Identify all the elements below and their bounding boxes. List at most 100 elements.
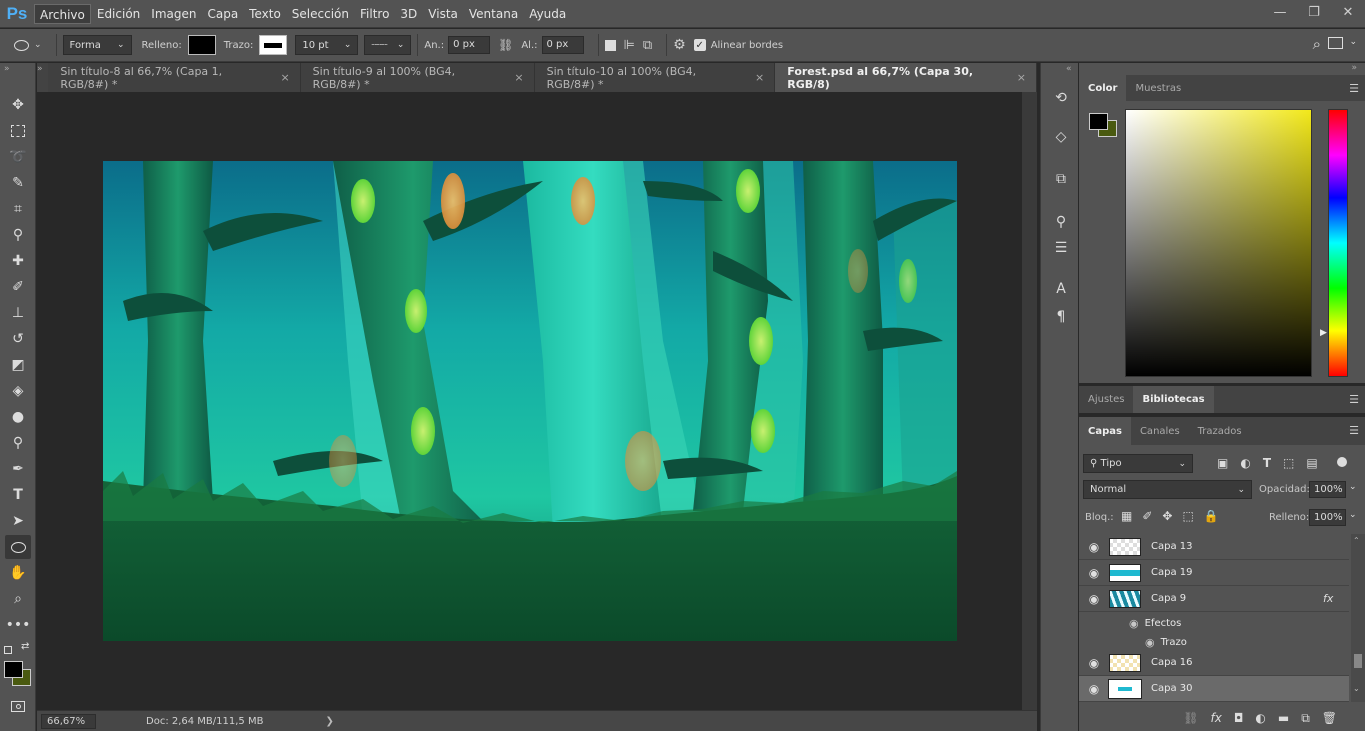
effects-row[interactable]: ◉ Efectos [1113, 613, 1349, 633]
close-icon[interactable]: × [280, 71, 289, 84]
menu-edicion[interactable]: Edición [92, 4, 145, 24]
layer-row[interactable]: ◉ Capa 30 [1079, 676, 1349, 702]
mode-dropdown[interactable]: Forma ⌄ [62, 35, 132, 55]
paragraph-icon[interactable]: ¶ [1050, 306, 1072, 328]
tab-color[interactable]: Color [1079, 75, 1127, 101]
add-style-icon[interactable]: fx [1211, 711, 1222, 725]
add-mask-icon[interactable]: ◘ [1234, 711, 1244, 725]
tab-ajustes[interactable]: Ajustes [1079, 386, 1133, 413]
hue-slider[interactable] [1328, 109, 1348, 377]
scroll-up-icon[interactable]: ⌃ [1353, 536, 1360, 545]
layer-row[interactable]: ◉ Capa 16 [1079, 650, 1349, 676]
layer-row[interactable]: ◉ Capa 9 fx [1079, 586, 1349, 612]
menu-capa[interactable]: Capa [202, 4, 243, 24]
hue-slider-handle[interactable]: ▶ [1320, 328, 1327, 338]
tool-preset-picker[interactable]: ⌄ [14, 39, 42, 51]
brush-presets-icon[interactable]: ⚲ [1050, 211, 1072, 233]
brush-settings-icon[interactable]: ☰ [1050, 237, 1072, 259]
new-group-icon[interactable]: ▬ [1278, 711, 1289, 725]
close-icon[interactable]: × [514, 71, 523, 84]
eraser-icon[interactable]: ◩ [5, 353, 31, 377]
canvas-scrollbar[interactable] [1022, 92, 1037, 710]
type-filter-icon[interactable]: T [1263, 456, 1271, 470]
fill-swatch[interactable] [187, 35, 216, 55]
eye-icon[interactable]: ◉ [1079, 566, 1109, 580]
path-operations-icon[interactable] [604, 39, 616, 51]
swap-colors-icon[interactable]: ⇄ [21, 641, 29, 652]
path-arrangement-icon[interactable]: ⧉ [643, 38, 652, 53]
default-colors-icon[interactable] [4, 646, 12, 654]
stamp-icon[interactable]: ⊥ [5, 301, 31, 325]
scroll-thumb[interactable] [1354, 654, 1362, 668]
pen-icon[interactable]: ✒ [5, 457, 31, 481]
workspace-icon[interactable] [1328, 37, 1343, 49]
menu-texto[interactable]: Texto [244, 4, 286, 24]
path-select-icon[interactable]: ➤ [5, 509, 31, 533]
history-brush-icon[interactable]: ↺ [5, 327, 31, 351]
foreground-color-swatch[interactable] [1089, 113, 1108, 130]
restore-button[interactable]: ❐ [1297, 0, 1331, 24]
image-filter-icon[interactable]: ▣ [1217, 456, 1228, 470]
status-menu-arrow[interactable]: ❯ [325, 716, 333, 727]
character-icon[interactable]: A [1050, 278, 1072, 300]
lock-pixels-icon[interactable]: ✐ [1142, 509, 1152, 523]
eye-icon[interactable]: ◉ [1079, 656, 1109, 670]
layer-kind-filter[interactable]: ⚲ Tipo ⌄ [1083, 454, 1193, 473]
layers-scrollbar[interactable]: ⌃ ⌄ [1351, 534, 1365, 702]
quick-mask-icon[interactable] [5, 694, 31, 718]
opacity-field[interactable]: 100% [1309, 481, 1346, 498]
close-icon[interactable]: × [1017, 71, 1026, 84]
height-field[interactable]: 0 px [541, 36, 584, 54]
history-icon[interactable]: ⟲ [1050, 87, 1072, 109]
tab-forest[interactable]: Forest.psd al 66,7% (Capa 30, RGB/8) × [775, 63, 1037, 92]
marquee-icon[interactable] [5, 119, 31, 143]
collapse-icon[interactable]: » [4, 64, 10, 74]
shape-filter-icon[interactable]: ⬚ [1283, 456, 1294, 470]
fill-field[interactable]: 100% [1309, 509, 1346, 526]
brush-icon[interactable]: ✐ [5, 275, 31, 299]
chevron-down-icon[interactable]: ⌄ [1349, 37, 1357, 47]
eye-icon[interactable]: ◉ [1145, 636, 1155, 649]
smart-object-filter-icon[interactable]: ▤ [1306, 456, 1317, 470]
search-icon[interactable]: ⌕ [1313, 35, 1321, 53]
tab-sin-titulo-9[interactable]: Sin título-9 al 100% (BG4, RGB/8#) * × [300, 63, 535, 92]
close-icon[interactable]: × [755, 71, 764, 84]
eye-icon[interactable]: ◉ [1129, 617, 1139, 630]
eyedropper-icon[interactable]: ⚲ [5, 223, 31, 247]
panel-menu-icon[interactable]: ☰ [1349, 82, 1359, 95]
type-icon[interactable]: T [5, 483, 31, 507]
new-layer-icon[interactable]: ⧉ [1301, 711, 1310, 726]
chevron-down-icon[interactable]: ⌄ [1349, 510, 1357, 520]
tab-capas[interactable]: Capas [1079, 417, 1131, 445]
stroke-swatch[interactable] [259, 35, 288, 55]
stroke-size-field[interactable]: 10 pt ⌄ [295, 35, 359, 55]
menu-filtro[interactable]: Filtro [355, 4, 394, 24]
tab-trazados[interactable]: Trazados [1189, 417, 1251, 445]
panel-menu-icon[interactable]: ☰ [1349, 393, 1359, 406]
dodge-icon[interactable]: ⚲ [5, 431, 31, 455]
gear-icon[interactable]: ⚙ [673, 37, 686, 53]
blend-mode-dropdown[interactable]: Normal ⌄ [1083, 480, 1252, 499]
lock-transparency-icon[interactable]: ▦ [1121, 509, 1132, 523]
ellipse-icon[interactable] [5, 535, 31, 559]
hand-icon[interactable]: ✋ [5, 561, 31, 585]
tab-bibliotecas[interactable]: Bibliotecas [1133, 386, 1214, 413]
panel-menu-icon[interactable]: ☰ [1349, 424, 1359, 437]
foreground-color-swatch[interactable] [4, 661, 23, 678]
lasso-icon[interactable]: ➰ [5, 145, 31, 169]
filter-toggle-icon[interactable] [1337, 457, 1347, 467]
chevron-down-icon[interactable]: ⌄ [1349, 482, 1357, 492]
tab-sin-titulo-10[interactable]: Sin título-10 al 100% (BG4, RGB/8#) * × [534, 63, 776, 92]
fx-icon[interactable]: fx [1323, 592, 1333, 605]
new-adjustment-icon[interactable]: ◐ [1255, 711, 1265, 725]
crop-icon[interactable]: ⌗ [5, 197, 31, 221]
quick-select-icon[interactable]: ✎ [5, 171, 31, 195]
clone-source-icon[interactable]: ⧉ [1050, 168, 1072, 190]
menu-vista[interactable]: Vista [423, 4, 463, 24]
eye-icon[interactable]: ◉ [1079, 592, 1109, 606]
stroke-effect-row[interactable]: ◉ Trazo [1113, 632, 1349, 652]
bucket-icon[interactable]: ◈ [5, 379, 31, 403]
align-edges-checkbox[interactable]: ✓ [693, 39, 706, 51]
lock-all-icon[interactable]: 🔒 [1204, 509, 1219, 523]
menu-ayuda[interactable]: Ayuda [524, 4, 571, 24]
